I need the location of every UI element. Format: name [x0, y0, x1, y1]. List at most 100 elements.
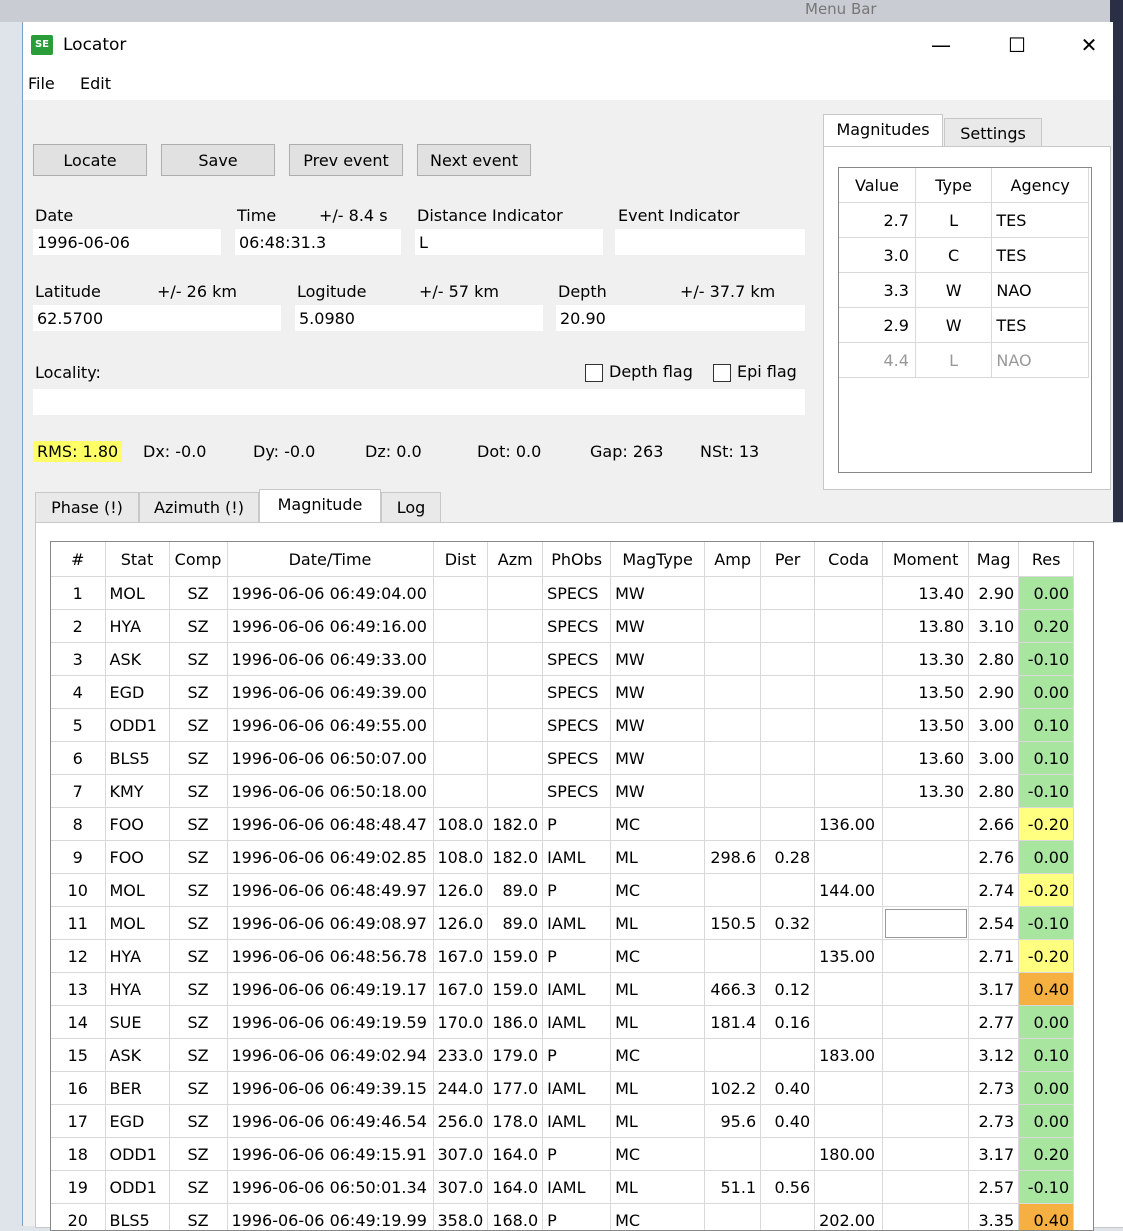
cell-dist[interactable]: 358.0 [433, 1204, 488, 1231]
table-row[interactable]: 11MOLSZ1996-06-06 06:49:08.97126.089.0IA… [51, 907, 1074, 940]
cell-per[interactable]: 0.40 [761, 1072, 815, 1105]
cell-stat[interactable]: ASK [105, 643, 169, 676]
table-row[interactable]: 9FOOSZ1996-06-06 06:49:02.85108.0182.0IA… [51, 841, 1074, 874]
col-header-phobs[interactable]: PhObs [543, 542, 611, 577]
cell-res[interactable]: -0.20 [1019, 808, 1074, 841]
maximize-button[interactable]: ☐ [997, 30, 1037, 60]
cell-magtype[interactable]: ML [611, 1171, 705, 1204]
col-header-datetime[interactable]: Date/Time [227, 542, 433, 577]
cell-amp[interactable]: 102.2 [705, 1072, 761, 1105]
cell-datetime[interactable]: 1996-06-06 06:49:02.94 [227, 1039, 433, 1072]
cell-comp[interactable]: SZ [169, 577, 227, 610]
mag-row[interactable]: 2.7 L TES [839, 203, 1089, 238]
cell-phobs[interactable]: IAML [543, 841, 611, 874]
cell-phobs[interactable]: P [543, 1039, 611, 1072]
cell-comp[interactable]: SZ [169, 841, 227, 874]
cell-amp[interactable] [705, 1138, 761, 1171]
cell-moment[interactable] [883, 808, 969, 841]
cell-num[interactable]: 19 [51, 1171, 105, 1204]
cell-num[interactable]: 12 [51, 940, 105, 973]
cell-coda[interactable] [815, 1171, 883, 1204]
cell-mag[interactable]: 2.66 [969, 808, 1019, 841]
cell-res[interactable]: -0.20 [1019, 940, 1074, 973]
cell-moment[interactable] [883, 1072, 969, 1105]
locality-field[interactable] [33, 389, 805, 415]
tab-log[interactable]: Log [381, 492, 441, 522]
cell-phobs[interactable]: SPECS [543, 643, 611, 676]
cell-per[interactable] [761, 742, 815, 775]
cell-dist[interactable] [433, 643, 488, 676]
cell-stat[interactable]: MOL [105, 577, 169, 610]
close-button[interactable]: ✕ [1069, 30, 1109, 60]
cell-datetime[interactable]: 1996-06-06 06:49:19.59 [227, 1006, 433, 1039]
cell-azm[interactable] [488, 577, 543, 610]
cell-datetime[interactable]: 1996-06-06 06:49:39.00 [227, 676, 433, 709]
cell-datetime[interactable]: 1996-06-06 06:49:04.00 [227, 577, 433, 610]
cell-azm[interactable] [488, 709, 543, 742]
cell-amp[interactable]: 466.3 [705, 973, 761, 1006]
col-header-num[interactable]: # [51, 542, 105, 577]
cell-datetime[interactable]: 1996-06-06 06:48:56.78 [227, 940, 433, 973]
table-row[interactable]: 6BLS5SZ1996-06-06 06:50:07.00SPECSMW13.6… [51, 742, 1074, 775]
cell-mag[interactable]: 3.35 [969, 1204, 1019, 1231]
col-header-coda[interactable]: Coda [815, 542, 883, 577]
cell-comp[interactable]: SZ [169, 775, 227, 808]
cell-dist[interactable]: 108.0 [433, 841, 488, 874]
mag-row[interactable]: 2.9 W TES [839, 308, 1089, 343]
cell-magtype[interactable]: MW [611, 742, 705, 775]
cell-azm[interactable]: 177.0 [488, 1072, 543, 1105]
table-row[interactable]: 19ODD1SZ1996-06-06 06:50:01.34307.0164.0… [51, 1171, 1074, 1204]
cell-comp[interactable]: SZ [169, 709, 227, 742]
next-event-button[interactable]: Next event [417, 144, 531, 176]
cell-phobs[interactable]: SPECS [543, 676, 611, 709]
cell-comp[interactable]: SZ [169, 940, 227, 973]
epi-flag-box[interactable] [713, 364, 731, 382]
cell-datetime[interactable]: 1996-06-06 06:49:08.97 [227, 907, 433, 940]
cell-per[interactable] [761, 577, 815, 610]
cell-amp[interactable] [705, 643, 761, 676]
cell-res[interactable]: -0.20 [1019, 874, 1074, 907]
cell-num[interactable]: 9 [51, 841, 105, 874]
cell-amp[interactable]: 51.1 [705, 1171, 761, 1204]
mag-row[interactable]: 3.0 C TES [839, 238, 1089, 273]
cell-phobs[interactable]: P [543, 940, 611, 973]
cell-stat[interactable]: ASK [105, 1039, 169, 1072]
cell-dist[interactable]: 126.0 [433, 874, 488, 907]
cell-per[interactable]: 0.40 [761, 1105, 815, 1138]
cell-amp[interactable] [705, 808, 761, 841]
cell-stat[interactable]: ODD1 [105, 709, 169, 742]
cell-res[interactable]: 0.20 [1019, 1138, 1074, 1171]
cell-moment[interactable] [883, 907, 969, 940]
cell-stat[interactable]: BLS5 [105, 742, 169, 775]
cell-mag[interactable]: 2.90 [969, 577, 1019, 610]
cell-dist[interactable] [433, 577, 488, 610]
tab-settings[interactable]: Settings [944, 118, 1042, 148]
cell-res[interactable]: 0.20 [1019, 610, 1074, 643]
cell-phobs[interactable]: P [543, 808, 611, 841]
cell-stat[interactable]: MOL [105, 907, 169, 940]
cell-moment[interactable]: 13.30 [883, 775, 969, 808]
cell-dist[interactable]: 307.0 [433, 1138, 488, 1171]
cell-dist[interactable]: 108.0 [433, 808, 488, 841]
cell-num[interactable]: 5 [51, 709, 105, 742]
cell-per[interactable] [761, 1138, 815, 1171]
distance-indicator-field[interactable]: L [415, 229, 603, 255]
cell-coda[interactable] [815, 709, 883, 742]
cell-coda[interactable]: 135.00 [815, 940, 883, 973]
cell-per[interactable] [761, 874, 815, 907]
cell-per[interactable] [761, 940, 815, 973]
cell-mag[interactable]: 2.57 [969, 1171, 1019, 1204]
cell-num[interactable]: 8 [51, 808, 105, 841]
cell-mag[interactable]: 2.73 [969, 1072, 1019, 1105]
cell-mag[interactable]: 2.77 [969, 1006, 1019, 1039]
cell-datetime[interactable]: 1996-06-06 06:49:19.99 [227, 1204, 433, 1231]
col-header-per[interactable]: Per [761, 542, 815, 577]
cell-dist[interactable] [433, 610, 488, 643]
col-header-azm[interactable]: Azm [488, 542, 543, 577]
cell-amp[interactable] [705, 775, 761, 808]
cell-moment[interactable]: 13.50 [883, 709, 969, 742]
cell-coda[interactable] [815, 1105, 883, 1138]
cell-coda[interactable] [815, 973, 883, 1006]
cell-per[interactable] [761, 643, 815, 676]
cell-mag[interactable]: 2.73 [969, 1105, 1019, 1138]
